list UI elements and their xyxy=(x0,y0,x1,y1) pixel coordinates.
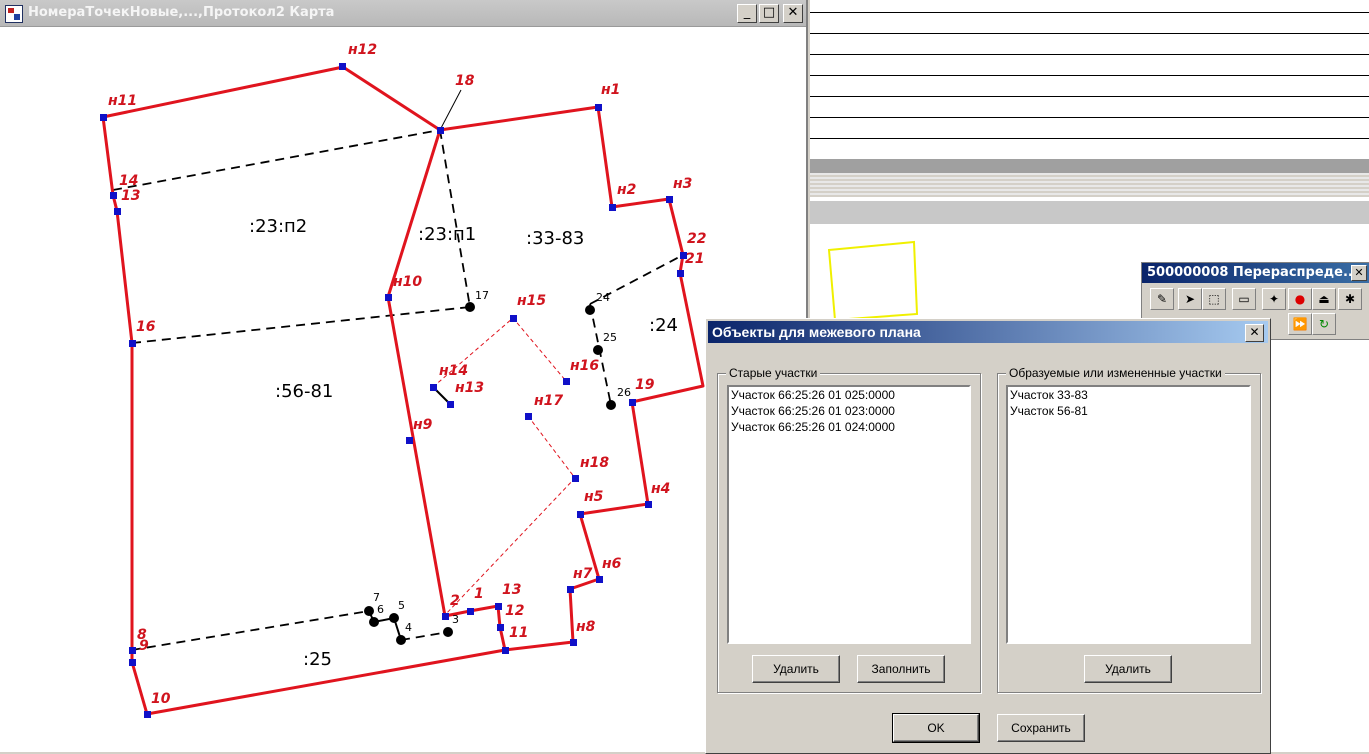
parcel-label: :56-81 xyxy=(275,381,333,402)
delete-old-button[interactable]: Удалить xyxy=(752,655,840,683)
point-label: н12 xyxy=(348,42,377,58)
point-label: н7 xyxy=(573,566,593,582)
point-label: 13 xyxy=(502,582,521,598)
dialog-titlebar: Объекты для межевого плана ✕ xyxy=(708,321,1268,343)
network-icon[interactable]: ✱ xyxy=(1338,288,1362,310)
dialog-title: Объекты для межевого плана xyxy=(712,324,921,340)
point-label: н5 xyxy=(584,489,604,505)
point-label: 14 xyxy=(119,173,138,189)
point-label: н6 xyxy=(602,556,622,572)
point-label: н2 xyxy=(617,182,636,198)
point-label: н9 xyxy=(413,417,433,433)
point-label: н4 xyxy=(651,481,670,497)
point-label: 9 xyxy=(139,638,149,654)
app-icon xyxy=(5,5,23,23)
map-window: НомераТочекНовые,...,Протокол2 Карта _ □… xyxy=(0,0,808,752)
pointer-icon[interactable]: ➤ xyxy=(1178,288,1202,310)
point-label: н1 xyxy=(601,82,620,98)
point-label: 6 xyxy=(377,603,384,616)
highlight-polygon xyxy=(827,240,919,322)
point-label: н8 xyxy=(576,619,596,635)
point-label: н15 xyxy=(517,293,546,309)
point-label: 26 xyxy=(617,386,631,399)
point-label: 12 xyxy=(505,603,524,619)
parcel-label: :23:п1 xyxy=(418,224,476,245)
select-frame-icon[interactable]: ⬚ xyxy=(1202,288,1226,310)
point-label: 22 xyxy=(687,231,706,247)
record-icon[interactable]: ● xyxy=(1288,288,1312,310)
old-parcels-group: Старые участки Участок 66:25:26 01 025:0… xyxy=(717,366,981,693)
point-label: 11 xyxy=(509,625,528,641)
new-parcels-list[interactable]: Участок 33-83 Участок 56-81 xyxy=(1006,385,1251,644)
point-label: н18 xyxy=(580,455,609,471)
eject-icon[interactable]: ⏏ xyxy=(1312,288,1336,310)
maximize-button[interactable]: □ xyxy=(759,4,779,23)
old-parcels-list[interactable]: Участок 66:25:26 01 025:0000 Участок 66:… xyxy=(727,385,971,644)
map-window-title: НомераТочекНовые,...,Протокол2 Карта xyxy=(28,5,335,20)
map-titlebar: НомераТочекНовые,...,Протокол2 Карта _ □… xyxy=(0,0,806,27)
point-label: 25 xyxy=(603,331,617,344)
point-label: н10 xyxy=(393,274,422,290)
list-item[interactable]: Участок 56-81 xyxy=(1008,403,1249,419)
map-canvas[interactable]: :23:п2 :23:п1 :33-83 :24 :56-81 :25 н12 … xyxy=(0,27,806,752)
toolbar-close-button[interactable]: ✕ xyxy=(1351,265,1367,281)
list-item[interactable]: Участок 66:25:26 01 024:0000 xyxy=(729,419,969,435)
save-button[interactable]: Сохранить xyxy=(997,714,1085,742)
info-tool-icon[interactable]: ✎ xyxy=(1150,288,1174,310)
point-label: 19 xyxy=(635,377,655,393)
point-label: 16 xyxy=(136,319,156,335)
list-item[interactable]: Участок 66:25:26 01 025:0000 xyxy=(729,387,969,403)
close-button[interactable]: ✕ xyxy=(783,4,803,23)
point-label: н17 xyxy=(534,393,563,409)
parcel-label: :33-83 xyxy=(526,228,584,249)
point-label: 3 xyxy=(452,613,459,626)
toolbar-title: 500000008 Перераспреде... xyxy=(1142,263,1369,283)
old-parcels-label: Старые участки xyxy=(726,366,821,380)
open-folder-icon[interactable]: ▭ xyxy=(1232,288,1256,310)
fill-button[interactable]: Заполнить xyxy=(857,655,945,683)
point-label: 5 xyxy=(398,599,405,612)
point-label: н13 xyxy=(455,380,484,396)
point-label: 13 xyxy=(121,188,140,204)
minimize-button[interactable]: _ xyxy=(737,4,757,23)
point-label: н3 xyxy=(673,176,692,192)
parcel-label: :23:п2 xyxy=(249,216,307,237)
point-label: 18 xyxy=(455,73,475,89)
edit-point-icon[interactable]: ✦ xyxy=(1262,288,1286,310)
point-label: 24 xyxy=(596,291,610,304)
point-label: 2 xyxy=(450,593,460,609)
dialog-close-button[interactable]: ✕ xyxy=(1245,324,1264,342)
parcel-label: :25 xyxy=(303,649,332,670)
point-label: н16 xyxy=(570,358,599,374)
background-panel xyxy=(810,0,1369,230)
parcel-label: :24 xyxy=(649,315,678,336)
ok-button[interactable]: OK xyxy=(892,713,980,743)
list-item[interactable]: Участок 33-83 xyxy=(1008,387,1249,403)
point-label: 21 xyxy=(685,251,704,267)
point-label: 1 xyxy=(474,586,484,602)
objects-dialog: Объекты для межевого плана ✕ Старые учас… xyxy=(705,318,1271,754)
fast-forward-icon[interactable]: ⏩ xyxy=(1288,313,1312,335)
list-item[interactable]: Участок 66:25:26 01 023:0000 xyxy=(729,403,969,419)
point-label: н14 xyxy=(439,363,468,379)
refresh-icon[interactable]: ↻ xyxy=(1312,313,1336,335)
new-parcels-group: Образуемые или измененные участки Участо… xyxy=(997,366,1261,693)
point-label: н11 xyxy=(108,93,137,109)
point-label: 10 xyxy=(151,691,171,707)
point-label: 17 xyxy=(475,289,489,302)
delete-new-button[interactable]: Удалить xyxy=(1084,655,1172,683)
point-label: 4 xyxy=(405,621,412,634)
new-parcels-label: Образуемые или измененные участки xyxy=(1006,366,1225,380)
